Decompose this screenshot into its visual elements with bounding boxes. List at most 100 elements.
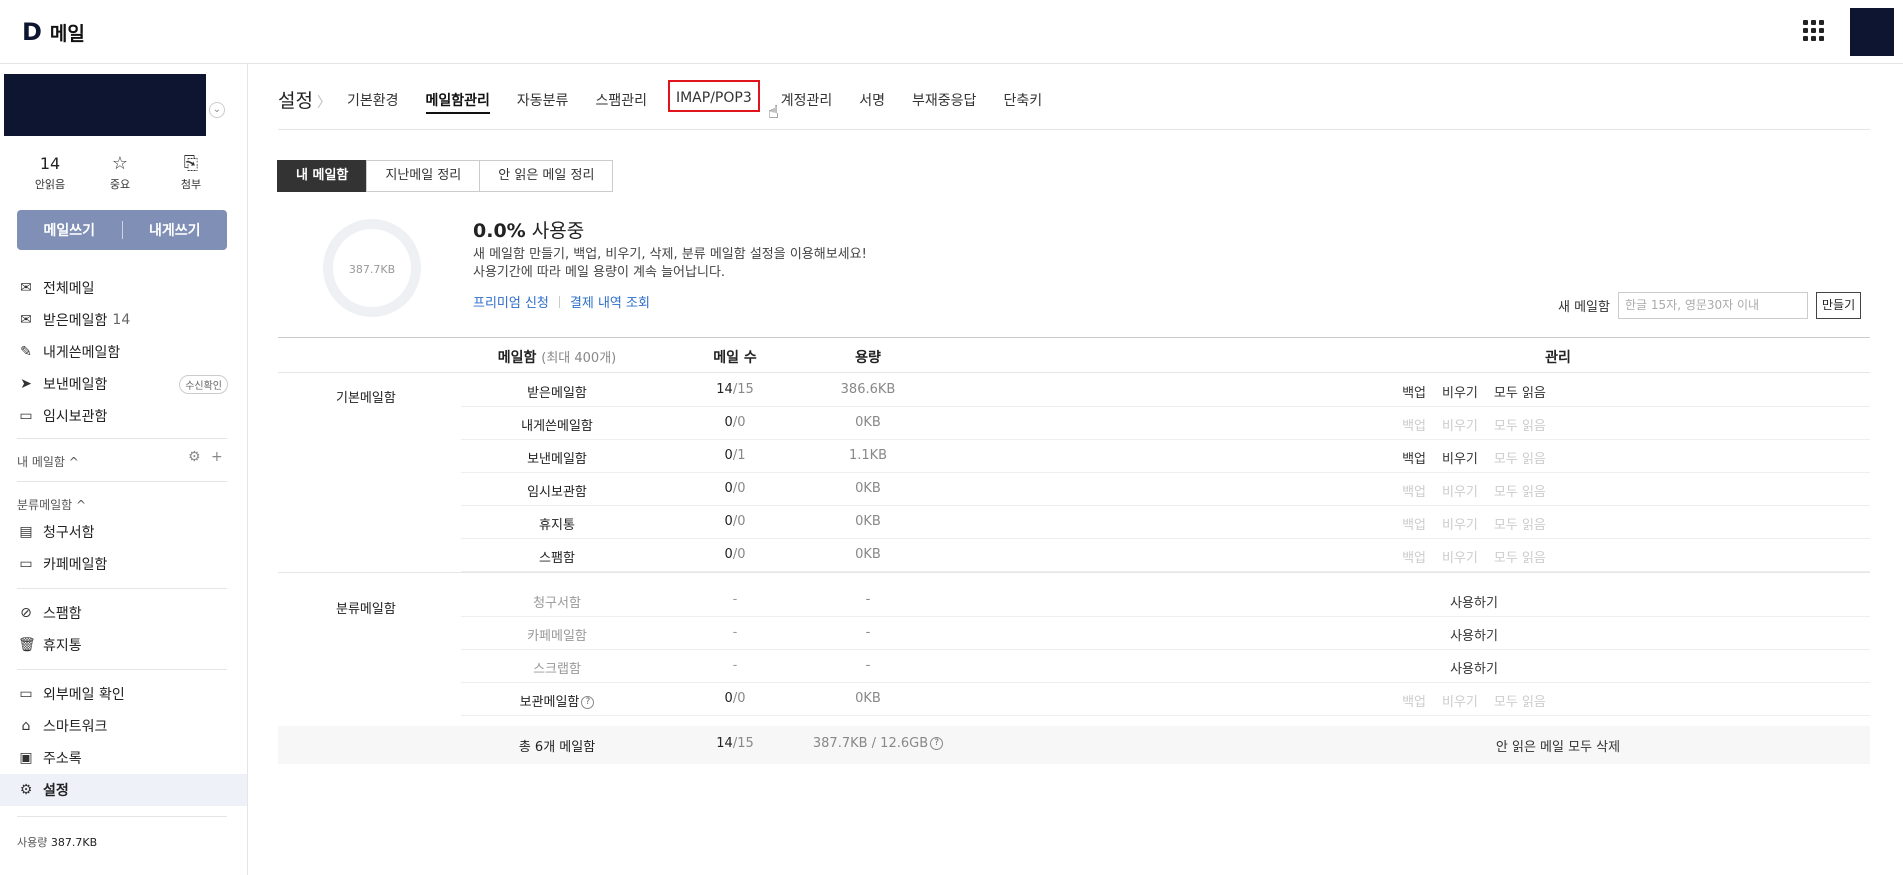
category-mailbox-toggle[interactable]: 분류메일함 ^: [17, 496, 86, 513]
row-actions: 안 읽은 메일 모두 삭제: [1078, 736, 1903, 755]
divider: [558, 295, 560, 308]
gear-icon[interactable]: ⚙: [188, 449, 201, 465]
help-icon[interactable]: ?: [930, 737, 944, 750]
sidebar-item-smartwork[interactable]: ⌂ 스마트워크: [18, 714, 228, 738]
storage-usage: 사용량 387.7KB: [17, 834, 97, 850]
mail-count: 0/0: [724, 514, 746, 529]
empty-button: 비우기: [1442, 695, 1478, 710]
tab-account[interactable]: 계정관리: [781, 86, 833, 110]
tab-mailbox-management[interactable]: 메일함관리: [425, 86, 490, 114]
row-actions: 백업 비우기 모두 읽음: [1078, 691, 1870, 710]
use-button[interactable]: 사용하기: [1450, 625, 1498, 644]
tab-auto-sort[interactable]: 자동분류: [517, 86, 569, 110]
settings-tabs: 설정 〉 기본환경 메일함관리 자동분류 스팸관리 IMAP/POP3 계정관리 …: [278, 80, 1870, 130]
table-row: 보관메일함? 0/0 0KB 백업 비우기 모두 읽음: [461, 683, 1870, 716]
mailbox-name: 보낸메일함: [527, 452, 587, 467]
segment-clean-unread[interactable]: 안 읽은 메일 정리: [479, 160, 614, 192]
sidebar-item-label: 스마트워크: [43, 719, 108, 735]
app-logo[interactable]: D 메일: [22, 18, 85, 46]
empty-button: 비우기: [1442, 551, 1478, 566]
premium-link[interactable]: 프리미엄 신청: [473, 292, 549, 311]
create-mailbox-button[interactable]: 만들기: [1815, 292, 1862, 319]
sidebar-item-label: 받은메일함: [43, 313, 108, 329]
mailbox-size: 0KB: [855, 415, 881, 430]
row-actions: 사용하기: [1078, 658, 1870, 677]
backup-button[interactable]: 백업: [1402, 382, 1426, 401]
table-row: 스크랩함 - - 사용하기: [461, 650, 1870, 683]
mailbox-name: 스팸함: [539, 551, 575, 566]
sidebar-item-bills[interactable]: ▤ 청구서함: [18, 520, 228, 544]
tab-imap-pop3[interactable]: IMAP/POP3: [667, 80, 760, 112]
tab-signature[interactable]: 서명: [859, 86, 885, 110]
sidebar-item-label: 휴지통: [43, 638, 82, 654]
delete-all-unread-button[interactable]: 안 읽은 메일 모두 삭제: [1496, 736, 1620, 755]
tab-spam[interactable]: 스팸관리: [595, 86, 647, 110]
plus-icon[interactable]: +: [211, 449, 223, 465]
mailbox-segment: 내 메일함 지난메일 정리 안 읽은 메일 정리: [277, 160, 614, 192]
sidebar-item-drafts[interactable]: ▭ 임시보관함: [18, 404, 228, 428]
header-mailbox: 메일함 (최대 400개): [497, 350, 617, 366]
edit-icon: ✎: [20, 344, 32, 360]
use-button[interactable]: 사용하기: [1450, 592, 1498, 611]
mailbox-name: 내게쓴메일함: [521, 419, 593, 434]
use-button[interactable]: 사용하기: [1450, 658, 1498, 677]
segment-clean-old[interactable]: 지난메일 정리: [366, 160, 481, 192]
sidebar-item-all-mail[interactable]: ✉ 전체메일: [18, 276, 228, 300]
mailbox-tools: ⚙ +: [188, 449, 223, 465]
chevron-down-icon[interactable]: ⌄: [209, 102, 225, 118]
mailbox-size: 0KB: [855, 691, 881, 706]
write-mail-button[interactable]: 메일쓰기: [17, 220, 122, 240]
backup-button[interactable]: 백업: [1402, 448, 1426, 467]
sidebar-item-cafe[interactable]: ▭ 카페메일함: [18, 552, 228, 576]
tab-general[interactable]: 기본환경: [347, 86, 399, 110]
tab-auto-reply[interactable]: 부재중응답: [912, 86, 976, 110]
sidebar-item-settings[interactable]: ⚙ 설정: [0, 774, 247, 806]
mailbox-size: -: [865, 625, 871, 640]
quick-attachment[interactable]: ⎘ 첨부: [161, 154, 221, 192]
usage-donut: 387.7KB: [323, 219, 421, 317]
quick-label: 중요: [109, 178, 131, 191]
account-selector[interactable]: [4, 74, 206, 136]
divider: [17, 481, 227, 482]
table-row: 스팸함 0/0 0KB 백업 비우기 모두 읽음: [461, 539, 1870, 572]
folder-icon: ▭: [19, 556, 33, 572]
segment-my-mailbox[interactable]: 내 메일함: [277, 160, 368, 192]
mail-count: 0/0: [724, 547, 746, 562]
read-all-button[interactable]: 모두 읽음: [1494, 382, 1546, 401]
sidebar-item-sent[interactable]: ➤ 보낸메일함 수신확인: [18, 372, 228, 396]
header-size: 용량: [855, 350, 881, 366]
empty-button[interactable]: 비우기: [1442, 382, 1478, 401]
briefcase-icon: ⌂: [21, 718, 31, 734]
help-icon[interactable]: ?: [581, 696, 595, 709]
sidebar-item-spam[interactable]: ⊘ 스팸함: [18, 601, 228, 625]
backup-button: 백업: [1402, 695, 1427, 710]
sidebar-item-contacts[interactable]: ▣ 주소록: [18, 746, 228, 770]
quick-important[interactable]: ☆ 중요: [90, 154, 150, 192]
sidebar-item-trash[interactable]: 🗑 휴지통: [18, 633, 228, 657]
empty-button: 비우기: [1442, 485, 1478, 500]
read-receipt-badge[interactable]: 수신확인: [179, 374, 228, 394]
read-all-button: 모두 읽음: [1493, 518, 1546, 533]
mail-count: 0/1: [724, 448, 746, 463]
quick-unread[interactable]: 14 안읽음: [20, 154, 80, 192]
receipt-icon: ▤: [19, 524, 33, 540]
new-mailbox-input[interactable]: 한글 15자, 영문30자 이내: [1617, 292, 1808, 319]
user-avatar[interactable]: [1850, 8, 1894, 56]
apps-grid-icon[interactable]: [1803, 20, 1825, 42]
tab-shortcuts[interactable]: 단축키: [1003, 86, 1042, 110]
empty-button[interactable]: 비우기: [1442, 448, 1478, 467]
table-row: 보낸메일함 0/1 1.1KB 백업 비우기 모두 읽음: [461, 440, 1870, 473]
header-count: 메일 수: [713, 350, 757, 366]
backup-button: 백업: [1402, 518, 1427, 533]
write-to-self-button[interactable]: 내게쓰기: [123, 220, 228, 240]
sidebar-item-external-mail[interactable]: ▭ 외부메일 확인: [18, 682, 228, 706]
payment-history-link[interactable]: 결제 내역 조회: [570, 292, 650, 311]
my-mailbox-toggle[interactable]: 내 메일함 ^: [17, 453, 79, 470]
sidebar-item-self-sent[interactable]: ✎ 내게쓴메일함: [18, 340, 228, 364]
mailbox-name: 보관메일함?: [461, 691, 653, 710]
mail-count: 14/15: [716, 382, 754, 397]
quick-label: 안읽음: [34, 178, 66, 191]
table-row: 받은메일함 14/15 386.6KB 백업 비우기 모두 읽음: [461, 374, 1870, 407]
sidebar-item-inbox[interactable]: ✉ 받은메일함 14: [18, 308, 228, 332]
contacts-icon: ▣: [19, 750, 33, 766]
